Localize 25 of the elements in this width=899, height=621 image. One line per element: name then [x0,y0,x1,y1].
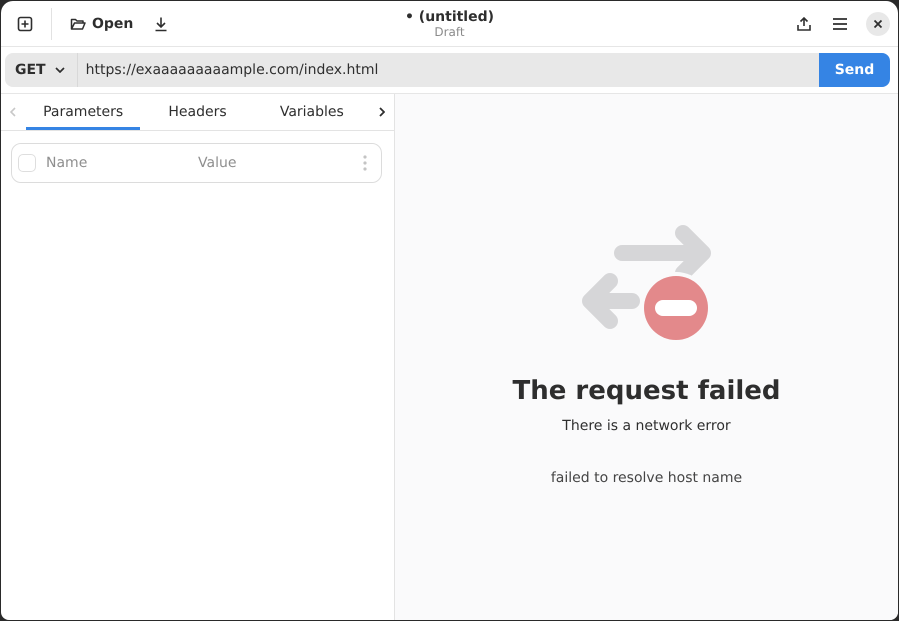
error-message: There is a network error [562,418,731,434]
error-title: The request failed [512,376,781,406]
chevron-left-icon [10,107,16,117]
close-icon [873,18,883,28]
send-button[interactable]: Send [819,53,890,87]
tab[interactable]: Variables [254,94,370,130]
window-title: • (untitled) [404,8,494,24]
checkbox[interactable] [18,154,36,172]
window-subtitle: Draft [434,24,465,38]
share-icon [796,16,812,32]
error-detail: failed to resolve host name [550,470,742,486]
method-dropdown[interactable]: GET [5,53,78,87]
chevron-down-icon [54,67,65,73]
chevron-right-icon [378,107,384,117]
menu-icon [832,16,848,30]
folder-icon [70,16,86,30]
download-icon [153,16,170,32]
url-field[interactable]: https://exaaaaaaaaample.com/index.html [78,53,819,87]
tab[interactable]: Headers [140,94,255,130]
open-button[interactable]: Open [62,10,142,38]
tab[interactable]: Parameters [26,94,140,130]
value-field[interactable]: Value [196,155,355,171]
close-button[interactable] [866,12,890,36]
plus-square-icon [17,16,33,32]
name-field[interactable]: Name [44,155,188,171]
